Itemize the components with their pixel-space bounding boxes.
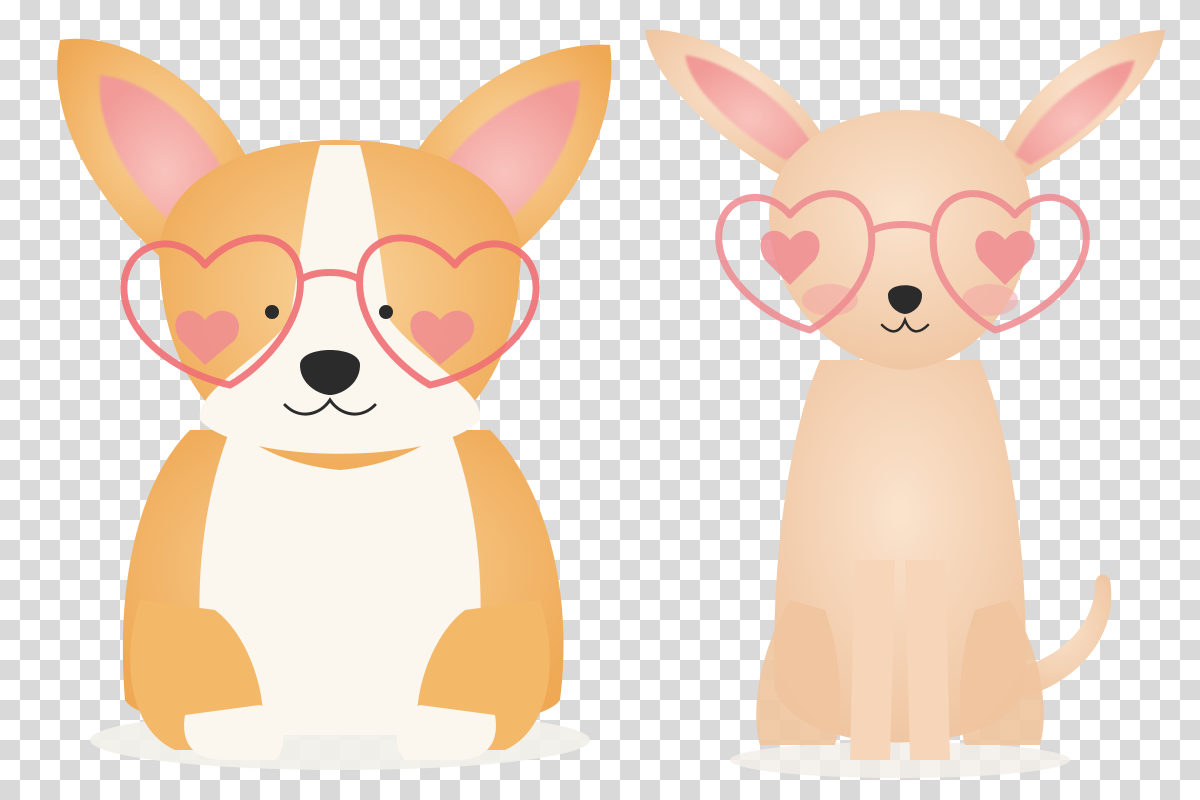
dogs-illustration	[57, 29, 1165, 778]
corgi-right-eye	[379, 305, 393, 319]
chihuahua-illustration	[645, 29, 1165, 778]
corgi-right-paw-tip	[396, 705, 496, 760]
chihuahua-shadow	[730, 742, 1070, 778]
transparency-checkerboard	[0, 0, 1200, 800]
chihuahua-right-leg	[959, 600, 1044, 745]
chihuahua-left-leg	[756, 600, 841, 745]
corgi-left-paw-tip	[184, 705, 284, 760]
corgi-left-eye	[265, 305, 279, 319]
corgi-illustration	[57, 38, 612, 770]
